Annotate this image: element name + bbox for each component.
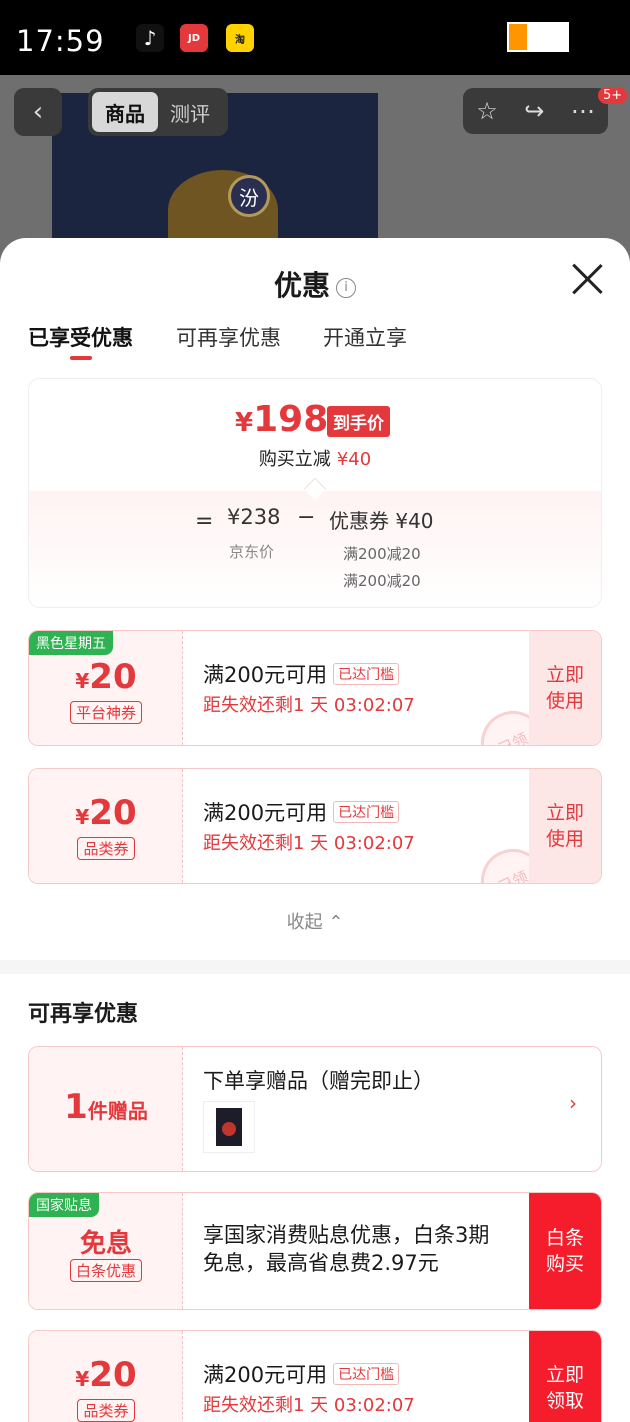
- final-price-tag: 到手价: [327, 406, 390, 437]
- chevron-right-icon[interactable]: ›: [569, 1091, 577, 1115]
- message-badge: 5+: [598, 87, 628, 104]
- share-icon[interactable]: ↪: [524, 97, 544, 125]
- use-now-button[interactable]: 立即 使用: [529, 631, 601, 745]
- tab-product[interactable]: 商品: [92, 92, 158, 132]
- star-icon[interactable]: ☆: [476, 97, 498, 125]
- interest-free: 免息: [79, 1229, 132, 1259]
- product-emblem: 汾: [228, 175, 270, 217]
- more-icon[interactable]: ⋯: [571, 97, 595, 125]
- section-title: 可再享优惠: [28, 1002, 139, 1027]
- header-actions: ☆ ↪ ⋯: [463, 88, 608, 134]
- gift-thumbnail: [203, 1101, 255, 1153]
- header-tabs: 商品 测评: [88, 88, 228, 136]
- tab-more[interactable]: 可再享优惠: [176, 322, 281, 352]
- claim-now-button[interactable]: 立即 领取: [529, 1331, 601, 1422]
- final-price: ¥198: [235, 399, 329, 440]
- equals-sign: =: [195, 509, 214, 534]
- subsidy-ribbon: 国家贴息: [29, 1193, 99, 1217]
- threshold-tag: 已达门槛: [333, 663, 400, 685]
- threshold-tag: 已达门槛: [333, 1363, 400, 1385]
- jd-price-label: 京东价: [229, 543, 275, 561]
- coupon-type: 品类券: [29, 1399, 183, 1422]
- coupon-type: 平台神券: [29, 701, 183, 724]
- tiktok-icon: ♪: [136, 24, 164, 52]
- gift-card[interactable]: 1件赠品 下单享赠品（赠完即止） ›: [28, 1046, 602, 1172]
- coupon-rule: 满200减20: [343, 572, 421, 590]
- threshold-tag: 已达门槛: [333, 801, 400, 823]
- subsidy-desc: 享国家消费贴息优惠，白条3期免息，最高省息费2.97元: [203, 1223, 490, 1275]
- baitiao-buy-button[interactable]: 白条 购买: [529, 1193, 601, 1309]
- tab-indicator: [70, 356, 92, 360]
- coupon-countdown: 距失效还剩1 天 03:02:07: [203, 833, 415, 854]
- coupon-condition: 满200元可用 已达门槛: [203, 659, 400, 689]
- coupon-card: ¥20 品类券 满200元可用 已达门槛 距失效还剩1 天 03:02:07 已领…: [28, 768, 602, 884]
- coupon-condition: 满200元可用 已达门槛: [203, 1359, 400, 1389]
- sheet-title-text: 优惠: [273, 269, 330, 302]
- coupon-ribbon: 黑色星期五: [29, 631, 113, 655]
- tab-review[interactable]: 测评: [170, 98, 210, 127]
- subsidy-card: 国家贴息 免息 白条优惠 享国家消费贴息优惠，白条3期免息，最高省息费2.97元…: [28, 1192, 602, 1310]
- jd-price: ¥238: [227, 505, 281, 529]
- coupon-card: 黑色星期五 ¥20 平台神券 满200元可用 已达门槛 距失效还剩1 天 03:0…: [28, 630, 602, 746]
- coupon-countdown: 距失效还剩1 天 03:02:07: [203, 1395, 415, 1416]
- coupon-amount: ¥20: [75, 1355, 137, 1395]
- tab-enjoyed[interactable]: 已享受优惠: [28, 322, 133, 352]
- price-breakdown-card: ¥198 到手价 购买立减 ¥40 = ¥238 京东价 − 优惠券 ¥40 满2…: [28, 378, 602, 608]
- info-icon[interactable]: i: [336, 278, 356, 298]
- taobao-icon: 淘: [226, 24, 254, 52]
- coupon-rule: 满200减20: [343, 545, 421, 563]
- coupon-type: 品类券: [29, 837, 183, 860]
- coupon-condition: 满200元可用 已达门槛: [203, 797, 400, 827]
- gift-title: 下单享赠品（赠完即止）: [203, 1069, 434, 1093]
- use-now-button[interactable]: 立即 使用: [529, 769, 601, 883]
- back-button[interactable]: ‹: [14, 88, 62, 136]
- discount-sheet: 优惠 i 已享受优惠 可再享优惠 开通立享 ¥198 到手价 购买立减 ¥40 = …: [0, 238, 630, 1422]
- sheet-title: 优惠 i: [0, 264, 630, 304]
- coupon-amount: ¥20: [75, 793, 137, 833]
- status-bar: 17:59 ♪ JD 淘: [0, 0, 630, 75]
- coupon-card: ¥20 品类券 满200元可用 已达门槛 距失效还剩1 天 03:02:07 立即…: [28, 1330, 602, 1422]
- gift-count: 1件赠品: [64, 1087, 148, 1127]
- reduce-line: 购买立减 ¥40: [258, 449, 372, 470]
- coupon-total: 优惠券 ¥40: [329, 509, 434, 533]
- close-icon[interactable]: [570, 262, 604, 296]
- coupon-amount: ¥20: [75, 657, 137, 697]
- battery-icon: [507, 22, 569, 52]
- status-time: 17:59: [16, 24, 105, 58]
- section-divider: [0, 960, 630, 974]
- tab-open[interactable]: 开通立享: [323, 322, 407, 352]
- jd-icon: JD: [180, 24, 208, 52]
- coupon-countdown: 距失效还剩1 天 03:02:07: [203, 695, 415, 716]
- minus-sign: −: [297, 505, 316, 530]
- collapse-button[interactable]: 收起 ⌃: [0, 908, 630, 934]
- subsidy-type: 白条优惠: [29, 1259, 183, 1282]
